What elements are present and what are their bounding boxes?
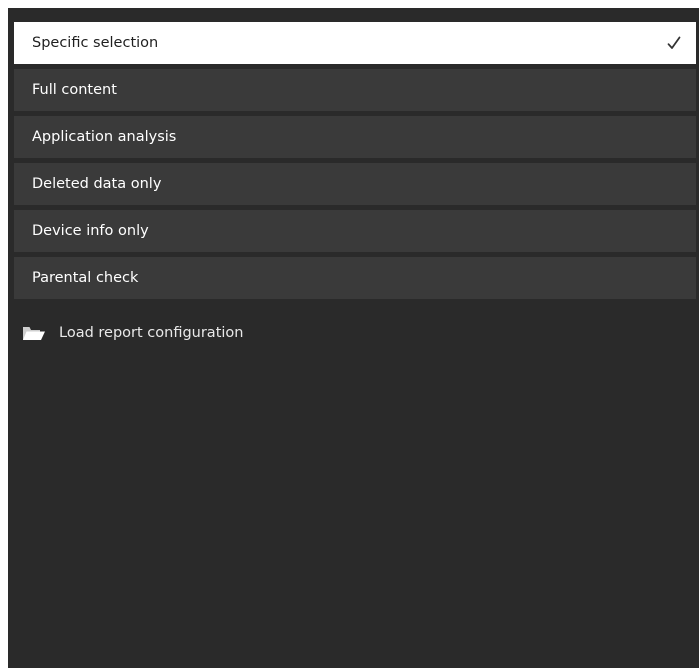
load-report-configuration-button[interactable]: Load report configuration xyxy=(22,324,243,342)
load-report-configuration-label: Load report configuration xyxy=(59,325,244,341)
report-option-label: Device info only xyxy=(32,223,149,239)
report-option-label: Deleted data only xyxy=(32,176,162,192)
report-option-deleted-data-only[interactable]: Deleted data only xyxy=(14,163,696,205)
checkmark-icon xyxy=(666,35,682,51)
report-option-device-info-only[interactable]: Device info only xyxy=(14,210,696,252)
report-option-label: Full content xyxy=(32,82,117,98)
report-type-panel: Specific selection Full content Applicat… xyxy=(8,8,699,668)
report-type-list: Specific selection Full content Applicat… xyxy=(14,22,696,304)
report-option-specific-selection[interactable]: Specific selection xyxy=(14,22,696,64)
report-option-application-analysis[interactable]: Application analysis xyxy=(14,116,696,158)
folder-open-icon xyxy=(22,324,46,342)
report-option-label: Parental check xyxy=(32,270,139,286)
report-option-label: Application analysis xyxy=(32,129,177,145)
report-option-full-content[interactable]: Full content xyxy=(14,69,696,111)
report-option-parental-check[interactable]: Parental check xyxy=(14,257,696,299)
report-option-label: Specific selection xyxy=(32,35,159,51)
